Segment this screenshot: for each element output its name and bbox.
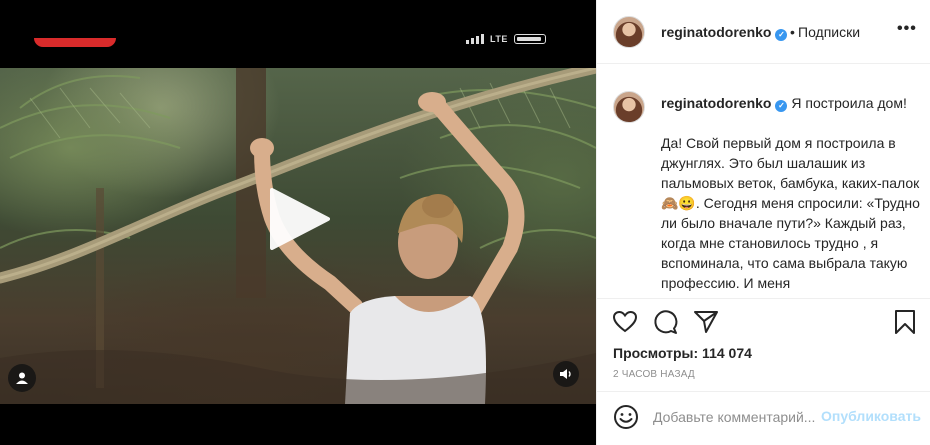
video-frame[interactable] bbox=[0, 68, 596, 404]
video-bottom-bar bbox=[0, 404, 596, 445]
verified-badge-icon: ✓ bbox=[775, 100, 788, 112]
recording-indicator bbox=[34, 38, 116, 47]
speaker-icon bbox=[560, 369, 571, 379]
comment-input[interactable] bbox=[653, 406, 819, 428]
bookmark-icon[interactable] bbox=[892, 309, 918, 335]
caption-avatar[interactable] bbox=[613, 91, 645, 123]
views-count[interactable]: Просмотры: 114 074 bbox=[613, 345, 752, 361]
author-username[interactable]: reginatodorenko ✓ bbox=[661, 24, 788, 41]
post-header: reginatodorenko ✓ • Подписки ••• bbox=[597, 0, 930, 64]
post-actions: Просмотры: 114 074 2 ЧАСОВ НАЗАД Опублик… bbox=[597, 298, 930, 445]
comment-icon[interactable] bbox=[653, 309, 679, 335]
smiley-icon[interactable] bbox=[613, 404, 639, 430]
separator-dot: • bbox=[790, 24, 795, 40]
comments-area[interactable]: reginatodorenko ✓ Я построила дом! Да! Св… bbox=[597, 64, 930, 298]
post-sidebar: reginatodorenko ✓ • Подписки ••• reginato… bbox=[596, 0, 930, 445]
video-top-bar: LTE bbox=[0, 0, 596, 68]
heart-icon[interactable] bbox=[612, 309, 638, 335]
verified-badge-icon: ✓ bbox=[775, 29, 788, 41]
caption-username-text[interactable]: reginatodorenko bbox=[661, 95, 771, 111]
author-username-text[interactable]: reginatodorenko bbox=[661, 24, 771, 40]
paper-plane-icon[interactable] bbox=[693, 309, 719, 335]
add-comment-row: Опубликовать bbox=[597, 391, 930, 445]
sound-toggle-button[interactable] bbox=[553, 361, 579, 387]
signal-icon bbox=[466, 34, 484, 44]
battery-icon bbox=[513, 34, 546, 44]
caption: reginatodorenko ✓ Я построила дом! Да! Св… bbox=[661, 93, 921, 293]
play-icon[interactable] bbox=[268, 188, 330, 250]
post-timestamp[interactable]: 2 ЧАСОВ НАЗАД bbox=[613, 369, 695, 380]
author-avatar[interactable] bbox=[613, 16, 645, 48]
network-label: LTE bbox=[490, 34, 508, 44]
publish-button[interactable]: Опубликовать bbox=[821, 408, 921, 424]
following-button[interactable]: Подписки bbox=[798, 24, 860, 40]
tagged-user-button[interactable] bbox=[8, 364, 36, 392]
caption-username[interactable]: reginatodorenko ✓ bbox=[661, 95, 788, 112]
caption-first-line: Я построила дом! bbox=[791, 95, 907, 111]
phone-status-bar: LTE bbox=[466, 34, 546, 44]
caption-body: Да! Свой первый дом я построила в джунгл… bbox=[661, 135, 920, 291]
user-icon bbox=[16, 372, 28, 384]
more-options-icon[interactable]: ••• bbox=[897, 20, 917, 38]
post-media: LTE bbox=[0, 0, 596, 445]
